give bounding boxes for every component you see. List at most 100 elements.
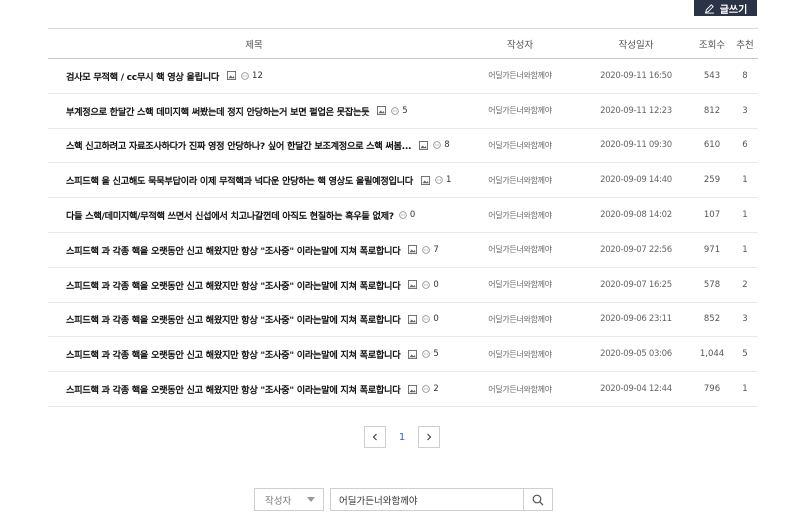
header-views: 조회수 <box>698 39 726 51</box>
post-title[interactable]: 스피드핵 과 각종 핵을 오랫동안 신고 해왔지만 항상 "조사중" 이라는말에… <box>66 382 401 396</box>
table-row[interactable]: 스피드핵 과 각종 핵을 오랫동안 신고 해왔지만 항상 "조사중" 이라는말에… <box>48 337 758 373</box>
comment-count: 5 <box>422 349 439 360</box>
comment-icon <box>391 106 400 115</box>
post-author[interactable]: 어딜가든너와함께야 <box>460 314 580 325</box>
comment-count: 0 <box>399 210 415 220</box>
post-author[interactable]: 어딜가든너와함께야 <box>460 279 580 290</box>
post-title[interactable]: 스피드핵 과 각종 핵을 오랫동안 신고 해왔지만 항상 "조사중" 이라는말에… <box>66 312 401 326</box>
comment-count: 8 <box>433 140 450 151</box>
comment-icon <box>422 280 431 289</box>
post-title[interactable]: 스핵 신고하려고 자료조사하다가 진짜 영정 안당하나? 싶어 한달간 보조계정… <box>66 138 412 152</box>
comment-icon <box>433 141 441 150</box>
table-row[interactable]: 부계정으로 한달간 스핵 데미지핵 써봤는데 정지 안당하는거 보면 펄업은 못… <box>48 94 758 129</box>
post-views: 971 <box>703 244 721 255</box>
post-title[interactable]: 스피드핵 과 각종 핵을 오랫동안 신고 해왔지만 항상 "조사중" 이라는말에… <box>66 243 401 257</box>
comment-count-value: 8 <box>444 140 450 151</box>
search-bar: 작성자 <box>254 488 553 511</box>
post-author[interactable]: 어딜가든너와함께야 <box>460 349 580 360</box>
post-title[interactable]: 검사모 무적핵 / cc무시 핵 영상 올립니다 <box>66 69 219 83</box>
post-author[interactable]: 어딜가든너와함께야 <box>460 384 580 395</box>
post-views: 796 <box>703 384 721 395</box>
comment-icon <box>435 176 443 185</box>
write-button[interactable]: 글쓰기 <box>694 0 757 16</box>
prev-page-button[interactable] <box>364 426 386 448</box>
image-icon <box>408 314 418 324</box>
table-row[interactable]: 스피드핵 과 각종 핵을 오랫동안 신고 해왔지만 항상 "조사중" 이라는말에… <box>48 268 758 303</box>
post-title-cell[interactable]: 부계정으로 한달간 스핵 데미지핵 써봤는데 정지 안당하는거 보면 펄업은 못… <box>48 104 460 118</box>
post-title-cell[interactable]: 스피드핵 을 신고해도 묵묵부답이라 이제 무적핵과 넉다운 안당하는 핵 영상… <box>48 173 460 187</box>
comment-count-value: 1 <box>445 175 452 186</box>
post-date: 2020-09-11 16:50 <box>600 70 672 81</box>
post-title-cell[interactable]: 스피드핵 과 각종 핵을 오랫동안 신고 해왔지만 항상 "조사중" 이라는말에… <box>48 382 460 396</box>
post-author[interactable]: 어딜가든너와함께야 <box>460 70 580 81</box>
comment-count-value: 0 <box>409 210 416 221</box>
header-author: 작성자 <box>506 39 534 51</box>
post-author[interactable]: 어딜가든너와함께야 <box>460 140 580 151</box>
post-date: 2020-09-07 22:56 <box>600 244 672 255</box>
post-author[interactable]: 어딜가든너와함께야 <box>460 105 580 116</box>
search-input[interactable] <box>331 489 523 510</box>
table-row[interactable]: 스피드핵 과 각종 핵을 오랫동안 신고 해왔지만 항상 "조사중" 이라는말에… <box>48 372 758 407</box>
pencil-icon <box>704 3 714 14</box>
post-views: 610 <box>703 140 721 151</box>
comment-count-value: 7 <box>433 244 439 255</box>
image-icon <box>377 106 387 116</box>
post-title-cell[interactable]: 스피드핵 과 각종 핵을 오랫동안 신고 해왔지만 항상 "조사중" 이라는말에… <box>48 312 460 326</box>
post-date: 2020-09-06 23:11 <box>600 314 672 325</box>
search-button[interactable] <box>523 489 552 510</box>
post-title-cell[interactable]: 다들 스핵/데미지핵/무적핵 쓰면서 신섭에서 치고나갈껀데 아직도 현질하는 … <box>48 208 460 222</box>
post-views: 259 <box>703 175 721 186</box>
post-author[interactable]: 어딜가든너와함께야 <box>460 244 580 255</box>
search-filter-value: 작성자 <box>265 495 292 507</box>
post-title[interactable]: 다들 스핵/데미지핵/무적핵 쓰면서 신섭에서 치고나갈껀데 아직도 현질하는 … <box>66 208 394 222</box>
header-title: 제목 <box>245 39 263 51</box>
comment-count-value: 5 <box>433 349 439 360</box>
caret-down-icon <box>307 497 315 502</box>
table-row[interactable]: 검사모 무적핵 / cc무시 핵 영상 올립니다 12 어딜가든너와함께야 2020-… <box>48 59 758 94</box>
write-button-label: 글쓰기 <box>719 4 748 16</box>
post-title-cell[interactable]: 스피드핵 과 각종 핵을 오랫동안 신고 해왔지만 항상 "조사중" 이라는말에… <box>48 243 460 257</box>
page-number-current[interactable]: 1 <box>391 432 413 443</box>
post-recommend: 6 <box>742 140 748 151</box>
table-row[interactable]: 스핵 신고하려고 자료조사하다가 진짜 영정 안당하나? 싶어 한달간 보조계정… <box>48 129 758 164</box>
table-row[interactable]: 스피드핵 과 각종 핵을 오랫동안 신고 해왔지만 항상 "조사중" 이라는말에… <box>48 303 758 338</box>
table-body: 검사모 무적핵 / cc무시 핵 영상 올립니다 12 어딜가든너와함께야 2020-… <box>48 59 758 407</box>
comment-count-value: 5 <box>402 105 408 116</box>
post-date: 2020-09-09 14:40 <box>600 175 672 186</box>
post-date: 2020-09-11 12:23 <box>600 105 672 116</box>
comment-icon <box>399 211 407 219</box>
comment-count-value: 0 <box>433 279 439 290</box>
post-author[interactable]: 어딜가든너와함께야 <box>460 175 580 186</box>
comment-count-value: 12 <box>252 70 263 81</box>
post-recommend: 3 <box>742 105 748 116</box>
table-row[interactable]: 스피드핵 과 각종 핵을 오랫동안 신고 해왔지만 항상 "조사중" 이라는말에… <box>48 233 758 268</box>
comment-icon <box>422 385 431 393</box>
post-title[interactable]: 부계정으로 한달간 스핵 데미지핵 써봤는데 정지 안당하는거 보면 펄업은 못… <box>66 104 370 118</box>
post-title-cell[interactable]: 스피드핵 과 각종 핵을 오랫동안 신고 해왔지만 항상 "조사중" 이라는말에… <box>48 347 460 361</box>
post-title-cell[interactable]: 스핵 신고하려고 자료조사하다가 진짜 영정 안당하나? 싶어 한달간 보조계정… <box>48 138 460 152</box>
post-author[interactable]: 어딜가든너와함께야 <box>460 210 580 221</box>
post-recommend: 1 <box>742 210 748 221</box>
post-recommend: 5 <box>742 349 748 360</box>
header-date: 작성일자 <box>618 39 654 51</box>
table-row[interactable]: 스피드핵 을 신고해도 묵묵부답이라 이제 무적핵과 넉다운 안당하는 핵 영상… <box>48 163 758 199</box>
comment-count: 2 <box>422 384 439 394</box>
post-date: 2020-09-07 16:25 <box>600 279 672 290</box>
next-page-button[interactable] <box>418 426 440 448</box>
post-title[interactable]: 스피드핵 과 각종 핵을 오랫동안 신고 해왔지만 항상 "조사중" 이라는말에… <box>66 347 401 361</box>
search-filter-select[interactable]: 작성자 <box>254 488 324 511</box>
image-icon <box>408 384 418 394</box>
post-title[interactable]: 스피드핵 과 각종 핵을 오랫동안 신고 해왔지만 항상 "조사중" 이라는말에… <box>66 278 401 292</box>
post-views: 812 <box>703 105 721 116</box>
post-title[interactable]: 스피드핵 을 신고해도 묵묵부답이라 이제 무적핵과 넉다운 안당하는 핵 영상… <box>66 173 413 187</box>
post-date: 2020-09-05 03:06 <box>600 349 672 360</box>
post-views: 578 <box>703 279 721 290</box>
comment-count: 7 <box>422 244 439 255</box>
post-date: 2020-09-11 09:30 <box>600 140 672 151</box>
table-row[interactable]: 다들 스핵/데미지핵/무적핵 쓰면서 신섭에서 치고나갈껀데 아직도 현질하는 … <box>48 198 758 233</box>
post-views: 543 <box>703 70 721 81</box>
post-recommend: 1 <box>742 384 748 395</box>
post-title-cell[interactable]: 검사모 무적핵 / cc무시 핵 영상 올립니다 12 <box>48 69 460 83</box>
post-date: 2020-09-08 14:02 <box>600 210 672 221</box>
post-title-cell[interactable]: 스피드핵 과 각종 핵을 오랫동안 신고 해왔지만 항상 "조사중" 이라는말에… <box>48 278 460 292</box>
